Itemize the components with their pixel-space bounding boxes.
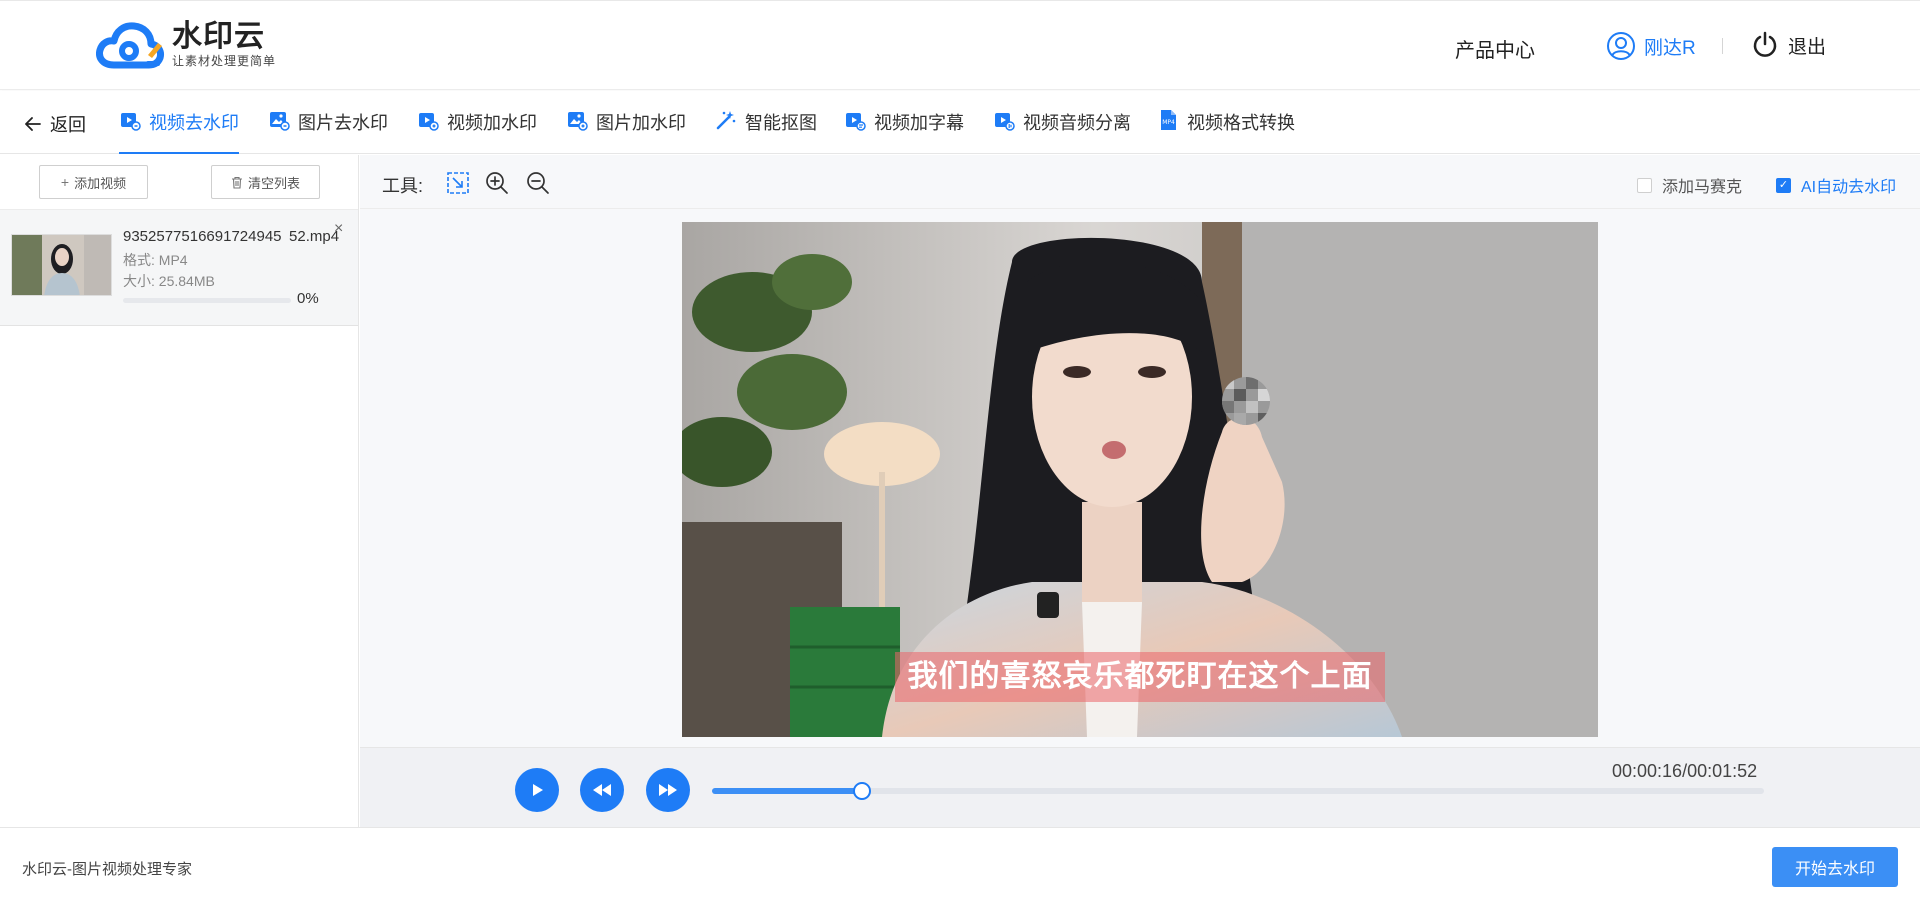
seek-handle[interactable] <box>853 782 872 800</box>
trash-icon <box>231 176 242 189</box>
file-progress-text: 0% <box>297 290 319 307</box>
tab-label: 图片加水印 <box>596 113 686 133</box>
checkbox-checked-icon: ✓ <box>1776 177 1791 193</box>
checkbox-box <box>1637 177 1652 193</box>
start-remove-watermark-button[interactable]: 开始去水印 <box>1772 847 1898 887</box>
user-icon <box>1607 32 1635 60</box>
tab-smart-cutout[interactable]: 智能抠图 <box>715 109 817 154</box>
header-divider <box>1722 38 1723 54</box>
footer-bar: 水印云-图片视频处理专家 开始去水印 <box>0 827 1920 903</box>
rewind-button[interactable] <box>580 768 624 812</box>
tab-image-remove-watermark[interactable]: 图片去水印 <box>268 109 388 154</box>
play-button[interactable] <box>515 768 559 812</box>
add-video-label: 添加视频 <box>74 175 127 191</box>
video-player-controls: 00:00:16/00:01:52 <box>360 747 1920 827</box>
tools-label: 工具: <box>382 176 424 196</box>
clear-list-label: 清空列表 <box>247 175 300 191</box>
video-subtitle-icon <box>846 113 866 131</box>
tab-image-add-watermark[interactable]: 图片加水印 <box>566 109 686 154</box>
tool-nav: 返回 视频去水印 图片去水印 视频加水印 图片加水印 智能抠图 视频加字幕 视频… <box>0 91 1920 154</box>
cloud-logo-icon <box>96 22 164 69</box>
select-region-icon[interactable] <box>445 170 471 196</box>
arrow-left-icon <box>25 117 41 131</box>
logout-button[interactable]: 退出 <box>1752 31 1826 59</box>
plus-icon: + <box>60 174 70 190</box>
back-button[interactable]: 返回 <box>24 111 86 137</box>
top-header: 水印云 让素材处理更简单 产品中心 刚达R 退出 <box>0 0 1920 90</box>
tab-label: 视频格式转换 <box>1187 113 1295 133</box>
username: 刚达R <box>1644 37 1696 59</box>
product-center-link[interactable]: 产品中心 <box>1455 34 1535 63</box>
file-size: 大小: 25.84MB <box>123 273 215 289</box>
image-remove-icon <box>270 112 290 131</box>
file-format: 格式: MP4 <box>123 252 188 268</box>
tab-label: 智能抠图 <box>745 113 817 133</box>
power-icon <box>1753 31 1777 57</box>
mp4-convert-icon: MP4 <box>1161 110 1176 130</box>
zoom-in-icon[interactable] <box>484 170 510 196</box>
file-list-item[interactable]: 9352577516691724945 52.mp4 格式: MP4 大小: 2… <box>0 210 358 326</box>
play-icon <box>533 784 543 796</box>
fast-forward-button[interactable] <box>646 768 690 812</box>
remove-file-icon[interactable]: × <box>334 220 343 238</box>
seek-bar[interactable] <box>712 782 1764 800</box>
tab-video-format-convert[interactable]: MP4 视频格式转换 <box>1157 109 1295 154</box>
image-add-icon <box>568 112 588 131</box>
video-preview[interactable]: 我们的喜怒哀乐都死盯在这个上面 <box>682 222 1598 737</box>
svg-text:MP4: MP4 <box>1162 119 1175 126</box>
zoom-out-icon[interactable] <box>525 170 551 196</box>
editor-toolbar: 工具: 添加马赛克 ✓ AI自动去水印 <box>360 155 1920 209</box>
ai-remove-label: AI自动去水印 <box>1801 179 1897 196</box>
back-label: 返回 <box>50 115 86 135</box>
video-subtitle: 我们的喜怒哀乐都死盯在这个上面 <box>895 652 1385 702</box>
tab-video-add-watermark[interactable]: 视频加水印 <box>417 109 537 154</box>
fast-forward-icon <box>659 784 677 796</box>
add-video-button[interactable]: + 添加视频 <box>39 165 148 199</box>
video-remove-icon <box>121 113 141 131</box>
playback-time: 00:00:16/00:01:52 <box>1612 761 1758 781</box>
magic-wand-icon <box>716 111 736 130</box>
tab-audio-video-split[interactable]: 视频音频分离 <box>993 109 1131 154</box>
clear-list-button[interactable]: 清空列表 <box>211 165 320 199</box>
tab-label: 图片去水印 <box>298 113 388 133</box>
tab-video-subtitle[interactable]: 视频加字幕 <box>844 109 964 154</box>
file-name: 9352577516691724945 52.mp4 <box>123 228 340 245</box>
seek-progress <box>712 788 863 794</box>
logo-slogan: 让素材处理更简单 <box>172 54 277 68</box>
add-mosaic-label: 添加马赛克 <box>1662 179 1743 196</box>
tab-label: 视频加字幕 <box>874 113 964 133</box>
logo[interactable]: 水印云 让素材处理更简单 <box>96 19 276 71</box>
tab-video-remove-watermark[interactable]: 视频去水印 <box>119 109 239 154</box>
add-mosaic-checkbox[interactable]: 添加马赛克 <box>1637 173 1742 197</box>
tab-label: 视频音频分离 <box>1023 113 1131 133</box>
ai-remove-watermark-checkbox[interactable]: ✓ AI自动去水印 <box>1776 173 1896 197</box>
mosaic-region[interactable] <box>1222 377 1270 425</box>
audio-split-icon <box>995 113 1015 131</box>
user-account[interactable]: 刚达R <box>1606 31 1696 61</box>
file-progress-bar <box>123 298 291 303</box>
video-thumbnail <box>11 234 112 296</box>
footer-brand-text: 水印云-图片视频处理专家 <box>22 861 192 878</box>
tab-label: 视频加水印 <box>447 113 537 133</box>
editor-area: 工具: 添加马赛克 ✓ AI自动去水印 我们的喜怒哀乐都死盯在这个上面 00:0… <box>360 155 1920 827</box>
rewind-icon <box>593 784 611 796</box>
mosaic-pattern-icon <box>1222 377 1270 425</box>
logout-label: 退出 <box>1788 36 1827 58</box>
logo-name: 水印云 <box>172 20 265 53</box>
tab-label: 视频去水印 <box>149 113 239 133</box>
video-add-icon <box>419 113 439 131</box>
